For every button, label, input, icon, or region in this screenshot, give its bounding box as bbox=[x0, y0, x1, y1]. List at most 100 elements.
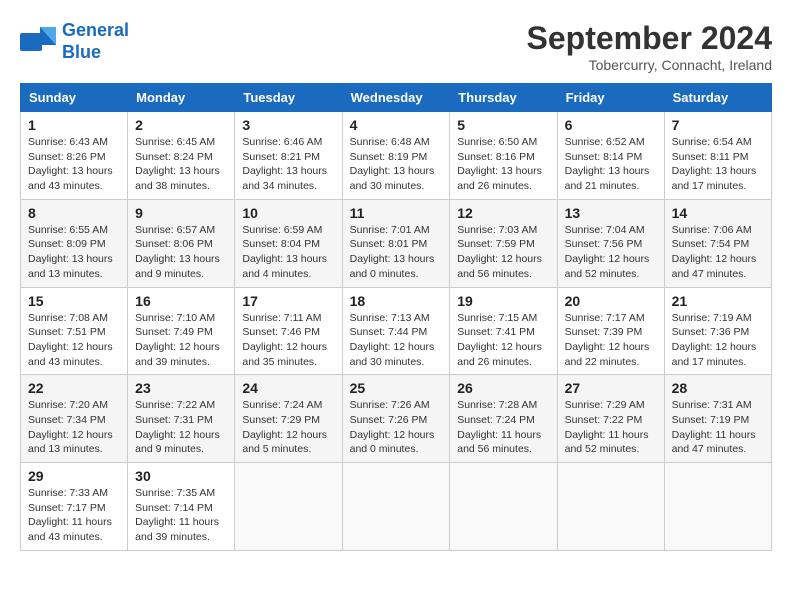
calendar-cell: 10 Sunrise: 6:59 AMSunset: 8:04 PMDaylig… bbox=[235, 199, 342, 287]
header-saturday: Saturday bbox=[664, 84, 771, 112]
day-number: 18 bbox=[350, 293, 443, 309]
calendar-cell: 7 Sunrise: 6:54 AMSunset: 8:11 PMDayligh… bbox=[664, 112, 771, 200]
day-info: Sunrise: 7:08 AMSunset: 7:51 PMDaylight:… bbox=[28, 312, 113, 368]
day-number: 14 bbox=[672, 205, 764, 221]
day-info: Sunrise: 7:06 AMSunset: 7:54 PMDaylight:… bbox=[672, 224, 757, 280]
day-info: Sunrise: 6:59 AMSunset: 8:04 PMDaylight:… bbox=[242, 224, 327, 280]
weekday-header-row: Sunday Monday Tuesday Wednesday Thursday… bbox=[21, 84, 772, 112]
calendar-cell: 3 Sunrise: 6:46 AMSunset: 8:21 PMDayligh… bbox=[235, 112, 342, 200]
day-number: 29 bbox=[28, 468, 120, 484]
calendar-cell: 1 Sunrise: 6:43 AMSunset: 8:26 PMDayligh… bbox=[21, 112, 128, 200]
header-tuesday: Tuesday bbox=[235, 84, 342, 112]
calendar-cell bbox=[450, 463, 557, 551]
logo: General Blue bbox=[20, 20, 129, 63]
calendar-cell: 12 Sunrise: 7:03 AMSunset: 7:59 PMDaylig… bbox=[450, 199, 557, 287]
day-number: 24 bbox=[242, 380, 334, 396]
calendar-cell: 4 Sunrise: 6:48 AMSunset: 8:19 PMDayligh… bbox=[342, 112, 450, 200]
day-info: Sunrise: 6:55 AMSunset: 8:09 PMDaylight:… bbox=[28, 224, 113, 280]
day-info: Sunrise: 7:29 AMSunset: 7:22 PMDaylight:… bbox=[565, 399, 649, 455]
day-number: 2 bbox=[135, 117, 227, 133]
calendar-cell: 18 Sunrise: 7:13 AMSunset: 7:44 PMDaylig… bbox=[342, 287, 450, 375]
day-info: Sunrise: 7:04 AMSunset: 7:56 PMDaylight:… bbox=[565, 224, 650, 280]
header-sunday: Sunday bbox=[21, 84, 128, 112]
calendar-cell: 2 Sunrise: 6:45 AMSunset: 8:24 PMDayligh… bbox=[128, 112, 235, 200]
day-number: 28 bbox=[672, 380, 764, 396]
day-number: 7 bbox=[672, 117, 764, 133]
calendar-cell: 5 Sunrise: 6:50 AMSunset: 8:16 PMDayligh… bbox=[450, 112, 557, 200]
calendar-week-row: 22 Sunrise: 7:20 AMSunset: 7:34 PMDaylig… bbox=[21, 375, 772, 463]
calendar-cell: 6 Sunrise: 6:52 AMSunset: 8:14 PMDayligh… bbox=[557, 112, 664, 200]
calendar-cell: 16 Sunrise: 7:10 AMSunset: 7:49 PMDaylig… bbox=[128, 287, 235, 375]
header-wednesday: Wednesday bbox=[342, 84, 450, 112]
day-number: 12 bbox=[457, 205, 549, 221]
day-info: Sunrise: 6:50 AMSunset: 8:16 PMDaylight:… bbox=[457, 136, 542, 192]
calendar-cell: 21 Sunrise: 7:19 AMSunset: 7:36 PMDaylig… bbox=[664, 287, 771, 375]
calendar-cell: 15 Sunrise: 7:08 AMSunset: 7:51 PMDaylig… bbox=[21, 287, 128, 375]
calendar-cell: 19 Sunrise: 7:15 AMSunset: 7:41 PMDaylig… bbox=[450, 287, 557, 375]
day-number: 26 bbox=[457, 380, 549, 396]
day-number: 15 bbox=[28, 293, 120, 309]
day-info: Sunrise: 6:45 AMSunset: 8:24 PMDaylight:… bbox=[135, 136, 220, 192]
calendar-cell: 30 Sunrise: 7:35 AMSunset: 7:14 PMDaylig… bbox=[128, 463, 235, 551]
calendar-table: Sunday Monday Tuesday Wednesday Thursday… bbox=[20, 83, 772, 551]
calendar-cell: 17 Sunrise: 7:11 AMSunset: 7:46 PMDaylig… bbox=[235, 287, 342, 375]
page-header: General Blue September 2024 Tobercurry, … bbox=[20, 20, 772, 73]
day-info: Sunrise: 6:46 AMSunset: 8:21 PMDaylight:… bbox=[242, 136, 327, 192]
day-number: 30 bbox=[135, 468, 227, 484]
logo-icon bbox=[20, 27, 56, 57]
calendar-cell: 9 Sunrise: 6:57 AMSunset: 8:06 PMDayligh… bbox=[128, 199, 235, 287]
day-number: 21 bbox=[672, 293, 764, 309]
day-number: 19 bbox=[457, 293, 549, 309]
day-info: Sunrise: 7:10 AMSunset: 7:49 PMDaylight:… bbox=[135, 312, 220, 368]
title-block: September 2024 Tobercurry, Connacht, Ire… bbox=[527, 20, 772, 73]
calendar-cell: 13 Sunrise: 7:04 AMSunset: 7:56 PMDaylig… bbox=[557, 199, 664, 287]
day-number: 23 bbox=[135, 380, 227, 396]
calendar-cell: 20 Sunrise: 7:17 AMSunset: 7:39 PMDaylig… bbox=[557, 287, 664, 375]
location-subtitle: Tobercurry, Connacht, Ireland bbox=[527, 57, 772, 73]
day-number: 20 bbox=[565, 293, 657, 309]
calendar-cell bbox=[664, 463, 771, 551]
day-number: 6 bbox=[565, 117, 657, 133]
day-info: Sunrise: 7:28 AMSunset: 7:24 PMDaylight:… bbox=[457, 399, 541, 455]
day-info: Sunrise: 7:17 AMSunset: 7:39 PMDaylight:… bbox=[565, 312, 650, 368]
calendar-week-row: 29 Sunrise: 7:33 AMSunset: 7:17 PMDaylig… bbox=[21, 463, 772, 551]
calendar-week-row: 1 Sunrise: 6:43 AMSunset: 8:26 PMDayligh… bbox=[21, 112, 772, 200]
day-info: Sunrise: 7:31 AMSunset: 7:19 PMDaylight:… bbox=[672, 399, 756, 455]
day-number: 11 bbox=[350, 205, 443, 221]
calendar-cell: 24 Sunrise: 7:24 AMSunset: 7:29 PMDaylig… bbox=[235, 375, 342, 463]
calendar-cell bbox=[235, 463, 342, 551]
day-info: Sunrise: 7:01 AMSunset: 8:01 PMDaylight:… bbox=[350, 224, 435, 280]
day-info: Sunrise: 7:13 AMSunset: 7:44 PMDaylight:… bbox=[350, 312, 435, 368]
day-number: 4 bbox=[350, 117, 443, 133]
day-info: Sunrise: 7:03 AMSunset: 7:59 PMDaylight:… bbox=[457, 224, 542, 280]
day-number: 25 bbox=[350, 380, 443, 396]
day-info: Sunrise: 7:22 AMSunset: 7:31 PMDaylight:… bbox=[135, 399, 220, 455]
calendar-cell: 14 Sunrise: 7:06 AMSunset: 7:54 PMDaylig… bbox=[664, 199, 771, 287]
calendar-week-row: 15 Sunrise: 7:08 AMSunset: 7:51 PMDaylig… bbox=[21, 287, 772, 375]
calendar-cell: 25 Sunrise: 7:26 AMSunset: 7:26 PMDaylig… bbox=[342, 375, 450, 463]
day-number: 3 bbox=[242, 117, 334, 133]
day-info: Sunrise: 7:19 AMSunset: 7:36 PMDaylight:… bbox=[672, 312, 757, 368]
day-info: Sunrise: 7:26 AMSunset: 7:26 PMDaylight:… bbox=[350, 399, 435, 455]
month-title: September 2024 bbox=[527, 20, 772, 57]
day-info: Sunrise: 6:43 AMSunset: 8:26 PMDaylight:… bbox=[28, 136, 113, 192]
calendar-cell: 22 Sunrise: 7:20 AMSunset: 7:34 PMDaylig… bbox=[21, 375, 128, 463]
header-thursday: Thursday bbox=[450, 84, 557, 112]
calendar-cell bbox=[557, 463, 664, 551]
calendar-cell: 27 Sunrise: 7:29 AMSunset: 7:22 PMDaylig… bbox=[557, 375, 664, 463]
day-info: Sunrise: 6:57 AMSunset: 8:06 PMDaylight:… bbox=[135, 224, 220, 280]
day-number: 10 bbox=[242, 205, 334, 221]
day-number: 22 bbox=[28, 380, 120, 396]
header-monday: Monday bbox=[128, 84, 235, 112]
day-number: 13 bbox=[565, 205, 657, 221]
calendar-week-row: 8 Sunrise: 6:55 AMSunset: 8:09 PMDayligh… bbox=[21, 199, 772, 287]
calendar-cell: 23 Sunrise: 7:22 AMSunset: 7:31 PMDaylig… bbox=[128, 375, 235, 463]
calendar-cell bbox=[342, 463, 450, 551]
calendar-cell: 11 Sunrise: 7:01 AMSunset: 8:01 PMDaylig… bbox=[342, 199, 450, 287]
day-number: 16 bbox=[135, 293, 227, 309]
logo-line2: Blue bbox=[62, 42, 101, 62]
day-number: 5 bbox=[457, 117, 549, 133]
calendar-cell: 29 Sunrise: 7:33 AMSunset: 7:17 PMDaylig… bbox=[21, 463, 128, 551]
header-friday: Friday bbox=[557, 84, 664, 112]
day-info: Sunrise: 6:52 AMSunset: 8:14 PMDaylight:… bbox=[565, 136, 650, 192]
